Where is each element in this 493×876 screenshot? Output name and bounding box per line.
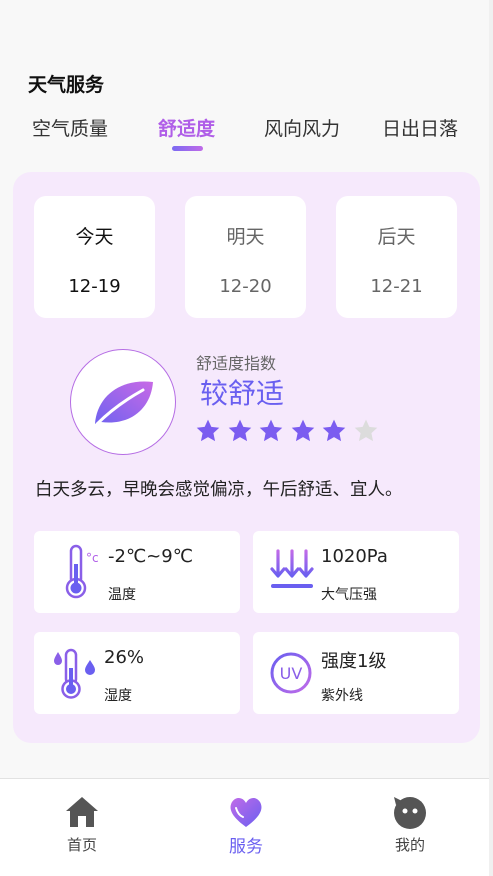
nav-home-label: 首页 xyxy=(66,836,97,854)
comfort-leaf-badge xyxy=(70,349,176,455)
nav-service-label: 服务 xyxy=(229,837,263,857)
uv-icon-text: UV xyxy=(280,664,303,683)
nav-profile-label: 我的 xyxy=(394,836,425,854)
pressure-tile: 1020Pa 大气压强 xyxy=(253,531,459,613)
temperature-value: -2℃~9℃ xyxy=(108,546,193,567)
day-date: 12-21 xyxy=(370,276,423,297)
uv-label: 紫外线 xyxy=(321,688,363,704)
nav-profile[interactable]: 我的 xyxy=(355,779,465,876)
leaf-icon xyxy=(95,381,153,426)
temperature-tile: °c -2℃~9℃ 温度 xyxy=(34,531,240,613)
weather-service-page: 天气服务 空气质量 舒适度 风向风力 日出日落 今天 12-19 明天 12-2… xyxy=(0,0,493,876)
nav-home[interactable]: 首页 xyxy=(27,779,137,876)
thermometer-icon: °c xyxy=(65,544,99,599)
comfort-description: 白天多云，早晚会感觉偏凉，午后舒适、宜人。 xyxy=(35,480,403,500)
star-filled-icon xyxy=(196,419,220,442)
heart-icon xyxy=(230,797,262,827)
profile-face-icon xyxy=(394,797,426,829)
uv-icon: UV xyxy=(270,652,312,694)
pressure-value: 1020Pa xyxy=(321,546,388,567)
humidity-tile: 26% 湿度 xyxy=(34,632,240,714)
tab-air-quality[interactable]: 空气质量 xyxy=(32,114,108,141)
comfort-index-label: 舒适度指数 xyxy=(196,354,277,373)
day-name: 后天 xyxy=(377,226,416,248)
comfort-index-value: 较舒适 xyxy=(200,377,285,410)
day-date: 12-20 xyxy=(219,276,272,297)
star-filled-icon xyxy=(291,419,314,442)
section-title: 天气服务 xyxy=(28,74,105,96)
tab-comfort[interactable]: 舒适度 xyxy=(158,114,215,141)
star-filled-icon xyxy=(259,419,283,442)
star-filled-icon xyxy=(322,419,346,442)
svg-text:°c: °c xyxy=(86,551,99,565)
day-today[interactable]: 今天 12-19 xyxy=(34,196,155,318)
comfort-card: 今天 12-19 明天 12-20 后天 12-21 舒适度指数 较舒适 白天多… xyxy=(13,172,480,743)
day-after-tomorrow[interactable]: 后天 12-21 xyxy=(336,196,457,318)
uv-value: 强度1级 xyxy=(321,651,387,672)
tab-active-indicator xyxy=(172,146,203,151)
star-filled-icon xyxy=(228,419,251,442)
day-date: 12-19 xyxy=(68,276,121,297)
pressure-label: 大气压强 xyxy=(321,587,377,603)
uv-tile: UV 强度1级 紫外线 xyxy=(253,632,459,714)
tab-wind[interactable]: 风向风力 xyxy=(264,114,340,141)
scroll-edge xyxy=(489,0,493,876)
tab-bar: 空气质量 舒适度 风向风力 日出日落 xyxy=(0,114,493,158)
day-name: 明天 xyxy=(226,226,265,248)
day-name: 今天 xyxy=(75,226,114,248)
humidity-thermometer-icon xyxy=(54,648,95,699)
temperature-label: 温度 xyxy=(108,587,136,603)
home-icon xyxy=(66,797,98,827)
humidity-value: 26% xyxy=(104,647,145,668)
day-tomorrow[interactable]: 明天 12-20 xyxy=(185,196,306,318)
tab-sunrise-sunset[interactable]: 日出日落 xyxy=(382,114,458,141)
nav-service[interactable]: 服务 xyxy=(191,779,301,876)
bottom-navigation: 首页 服务 我的 xyxy=(0,778,493,876)
star-empty-icon xyxy=(354,419,377,442)
humidity-label: 湿度 xyxy=(104,688,132,704)
pressure-arrows-icon xyxy=(270,549,314,588)
